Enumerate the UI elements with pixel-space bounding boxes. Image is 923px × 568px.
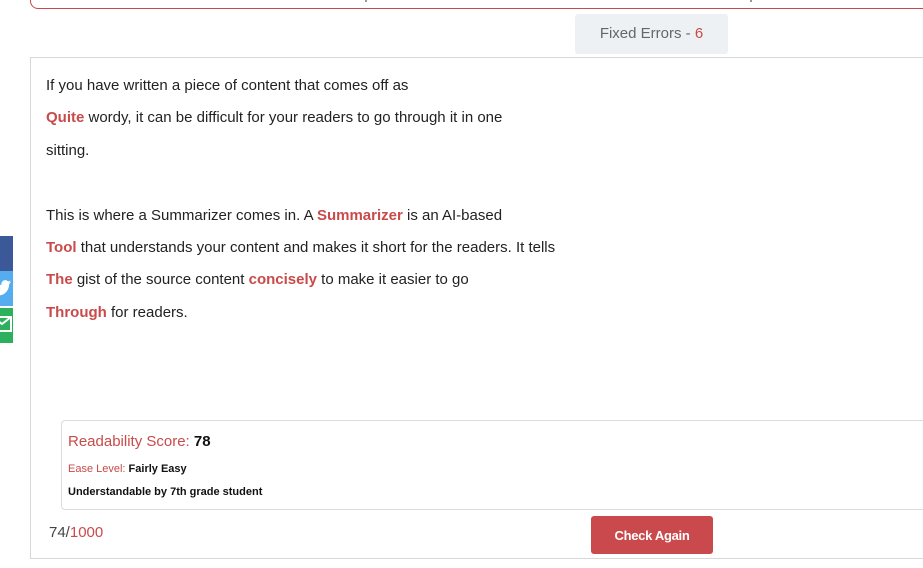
character-count-max: 1000 xyxy=(69,524,104,541)
ease-level-value: Fairly Easy xyxy=(128,463,187,475)
character-count: 74/1000 xyxy=(49,524,103,541)
editor-content[interactable]: If you have written a piece of content t… xyxy=(46,72,606,331)
top-divider-mark xyxy=(365,0,367,2)
character-count-current: 74/ xyxy=(49,524,70,541)
text-segment: wordy, it can be difficult for your read… xyxy=(84,109,503,127)
text-segment: gist of the source content xyxy=(72,271,249,289)
corrected-word[interactable]: concisely xyxy=(249,271,317,288)
top-panel-border xyxy=(30,0,923,9)
corrected-word[interactable]: Quite xyxy=(46,109,84,126)
readability-score-label: Readability Score: xyxy=(68,433,194,450)
text-segment: If you have written a piece of content t… xyxy=(46,77,409,94)
text-segment: sitting. xyxy=(46,141,90,159)
text-segment: is an AI-based xyxy=(402,206,503,224)
email-share-button[interactable] xyxy=(0,308,13,343)
top-divider-mark xyxy=(750,0,752,2)
corrected-word[interactable]: Tool xyxy=(46,239,77,256)
twitter-share-button[interactable] xyxy=(0,271,13,306)
text-segment: This is where a Summarizer comes in. A xyxy=(46,206,317,224)
readability-panel: Readability Score: 78 Ease Level: Fairly… xyxy=(61,420,923,510)
grade-level-text: Understandable by 7th grade student xyxy=(68,486,263,498)
readability-score-value: 78 xyxy=(193,433,211,450)
text-editor[interactable]: If you have written a piece of content t… xyxy=(30,57,923,559)
text-line: Through for readers. xyxy=(46,299,606,331)
text-line: Tool that understands your content and m… xyxy=(46,234,606,266)
text-line: This is where a Summarizer comes in. A S… xyxy=(46,202,606,234)
facebook-share-button[interactable] xyxy=(0,236,13,271)
text-segment: that understands your content and makes … xyxy=(76,238,556,256)
text-line: sitting. xyxy=(46,137,606,169)
corrected-word[interactable]: Through xyxy=(46,304,107,321)
corrected-word[interactable]: Summarizer xyxy=(317,207,403,224)
fixed-errors-label: Fixed Errors - xyxy=(599,25,695,42)
email-icon xyxy=(0,316,12,332)
text-segment: for readers. xyxy=(106,303,188,321)
fixed-errors-badge: Fixed Errors - 6 xyxy=(575,14,728,54)
text-line: If you have written a piece of content t… xyxy=(46,72,606,104)
readability-score-row: Readability Score: 78 xyxy=(68,433,211,450)
text-line: The gist of the source content concisely… xyxy=(46,266,606,298)
text-segment: to make it easier to go xyxy=(316,271,469,289)
fixed-errors-count: 6 xyxy=(694,25,704,42)
ease-level-label: Ease Level: xyxy=(68,463,129,475)
twitter-icon xyxy=(0,280,11,296)
text-line: Quite wordy, it can be difficult for you… xyxy=(46,104,606,136)
corrected-word[interactable]: The xyxy=(46,271,73,288)
check-again-button[interactable]: Check Again xyxy=(591,516,713,554)
ease-level-row: Ease Level: Fairly Easy xyxy=(68,463,187,475)
